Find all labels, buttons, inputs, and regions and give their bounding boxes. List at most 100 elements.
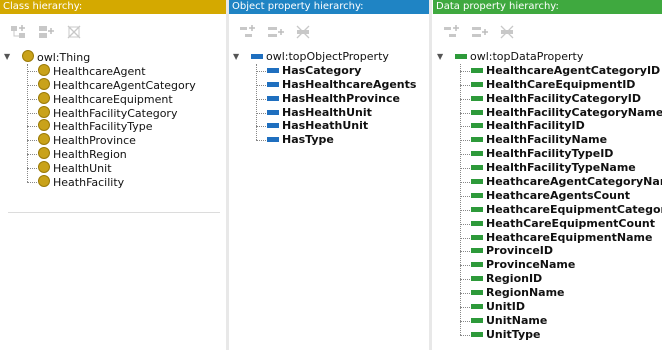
class-icon: [38, 147, 50, 160]
class-icon: [38, 63, 50, 76]
add-sibling-property-icon[interactable]: [469, 21, 491, 43]
object-property-icon: [251, 54, 263, 59]
tree-item[interactable]: HasHeathUnit: [233, 119, 429, 133]
tree-item[interactable]: HealthcareAgentCategory: [4, 77, 226, 92]
class-icon: [38, 105, 50, 118]
tree-connector-line: [27, 70, 37, 72]
tree-item-label: HasHealthProvince: [282, 91, 400, 105]
tree-item[interactable]: HasCategory: [233, 64, 429, 78]
class-icon: [38, 161, 50, 174]
data-property-icon: [471, 290, 483, 296]
tree-item-label: RegionID: [486, 272, 543, 286]
tree-item[interactable]: HealthcareAgentCategoryID: [437, 64, 662, 78]
add-sibling-class-icon[interactable]: [36, 21, 58, 43]
tree-item-label: HealthFacilityTypeID: [486, 147, 614, 161]
add-subclass-icon[interactable]: [8, 21, 30, 43]
tree-item[interactable]: HeathcareAgentsCount: [437, 189, 662, 203]
data-root-row[interactable]: ▼ owl:topDataProperty: [437, 50, 662, 64]
tree-item[interactable]: HasType: [233, 133, 429, 147]
data-property-icon: [471, 109, 483, 115]
tree-item-label: HealthFacilityCategoryID: [486, 91, 641, 105]
tree-item[interactable]: HealthProvince: [4, 133, 226, 147]
add-sub-property-icon[interactable]: [441, 21, 463, 43]
tree-item-label: UnitName: [486, 313, 548, 327]
tree-item[interactable]: HealthFacilityCategory: [4, 105, 226, 120]
tree-item[interactable]: HealthFacilityCategoryID: [437, 92, 662, 106]
tree-item[interactable]: ProvinceID: [437, 244, 662, 258]
tree-item[interactable]: ProvinceName: [437, 258, 662, 272]
expand-arrow-icon[interactable]: ▼: [233, 50, 239, 64]
expand-arrow-icon[interactable]: ▼: [437, 50, 443, 64]
tree-connector-line: [27, 140, 37, 142]
class-toolbar: [0, 14, 226, 50]
tree-connector-line: [460, 334, 470, 336]
tree-connector-line: [256, 84, 266, 86]
tree-item[interactable]: HealthFacilityTypeID: [437, 147, 662, 161]
tree-item[interactable]: HealthcareAgent: [4, 63, 226, 78]
tree-item[interactable]: HeathcareEquipmentName: [437, 231, 662, 245]
object-property-icon: [267, 137, 279, 143]
add-sub-property-icon[interactable]: [237, 21, 259, 43]
tree-item[interactable]: HealthFacilityCategoryName: [437, 106, 662, 120]
class-icon: [22, 50, 34, 62]
tree-item[interactable]: HealthFacilityName: [437, 133, 662, 147]
tree-item[interactable]: HealthCareEquipmentID: [437, 78, 662, 92]
tree-item-label: HeathCareEquipmentCount: [486, 216, 655, 230]
object-root-row[interactable]: ▼ owl:topObjectProperty: [233, 50, 429, 64]
tree-connector-line: [460, 126, 470, 128]
tree-item-label: HasType: [282, 133, 334, 147]
tree-item[interactable]: RegionName: [437, 286, 662, 300]
data-property-icon: [471, 206, 483, 212]
tree-item[interactable]: HasHealthProvince: [233, 92, 429, 106]
tree-connector-line: [27, 98, 37, 100]
tree-item[interactable]: HasHealthcareAgents: [233, 78, 429, 92]
data-property-icon: [471, 192, 483, 198]
tree-item-label: HealthcareAgentCategoryID: [486, 63, 661, 77]
tree-item[interactable]: HealthUnit: [4, 161, 226, 175]
tree-item[interactable]: HeathcareAgentCategoryName: [437, 175, 662, 189]
tree-connector-line: [460, 293, 470, 295]
class-icon: [38, 91, 50, 104]
tree-connector-line: [256, 126, 266, 128]
tree-item[interactable]: HeathFacility: [4, 175, 226, 189]
tree-item-label: HealthProvince: [53, 134, 136, 148]
tree-item[interactable]: HealthcareEquipment: [4, 91, 226, 106]
tree-connector-line: [460, 251, 470, 253]
expand-arrow-icon[interactable]: ▼: [4, 50, 10, 64]
tree-item-label: HealthcareAgent: [53, 64, 146, 78]
data-property-header: Data property hierarchy:: [433, 0, 662, 14]
tree-item[interactable]: HealthFacilityType: [4, 119, 226, 133]
delete-property-icon[interactable]: [293, 21, 315, 43]
data-property-icon: [471, 220, 483, 226]
tree-item[interactable]: RegionID: [437, 272, 662, 286]
tree-connector-line: [460, 112, 470, 114]
tree-item[interactable]: HasHealthUnit: [233, 106, 429, 120]
class-icon: [38, 77, 50, 90]
delete-class-icon[interactable]: [64, 21, 86, 43]
data-property-icon: [471, 317, 483, 323]
tree-item[interactable]: HeathCareEquipmentCount: [437, 217, 662, 231]
panel-separator[interactable]: [429, 0, 432, 350]
class-icon: [38, 175, 50, 188]
tree-item[interactable]: HealthFacilityID: [437, 119, 662, 133]
tree-connector-line: [460, 223, 470, 225]
tree-item[interactable]: UnitID: [437, 300, 662, 314]
tree-item-label: UnitType: [486, 327, 541, 341]
tree-item[interactable]: HealthRegion: [4, 147, 226, 161]
tree-item-label: HealthFacilityType: [53, 120, 153, 134]
class-hierarchy-header: Class hierarchy:: [0, 0, 226, 14]
tree-item[interactable]: HeathcareEquipmentCategory: [437, 203, 662, 217]
tree-item[interactable]: UnitName: [437, 314, 662, 328]
tree-connector-line: [256, 70, 266, 72]
class-root-row[interactable]: ▼ owl:Thing: [4, 50, 226, 64]
data-property-icon: [471, 248, 483, 254]
tree-item-label: HealthUnit: [53, 162, 112, 176]
object-property-icon: [267, 67, 279, 73]
tree-connector-line: [460, 195, 470, 197]
add-sibling-property-icon[interactable]: [265, 21, 287, 43]
tree-connector-line: [27, 154, 37, 156]
tree-item[interactable]: HealthFacilityTypeName: [437, 161, 662, 175]
tree-item[interactable]: UnitType: [437, 328, 662, 342]
data-property-icon: [471, 179, 483, 185]
delete-property-icon[interactable]: [497, 21, 519, 43]
